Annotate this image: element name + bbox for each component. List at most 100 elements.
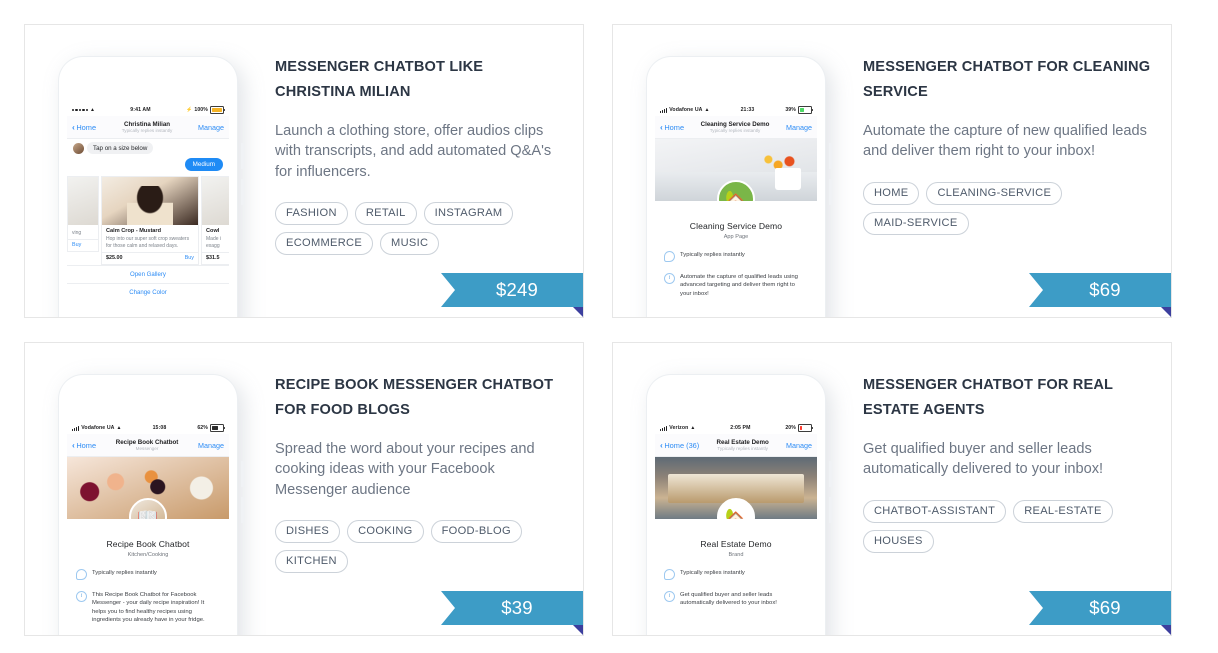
status-bar: Vodafone UA ▲ 15:08 62% (67, 422, 229, 434)
phone-side-button (829, 179, 832, 205)
nav-subtitle: Typically replies instantly (709, 127, 761, 133)
product-image (102, 177, 198, 225)
reply-time-row: Typically replies instantly (655, 568, 817, 580)
battery-percent: 20% (785, 425, 796, 431)
info-icon: i (76, 590, 87, 602)
status-bar: ▲ 9:41 AM ⚡ 100% (67, 104, 229, 116)
status-signal: ▲ (72, 107, 95, 113)
nav-back-button[interactable]: ‹ Home (72, 441, 96, 450)
tag-item[interactable]: DISHES (275, 519, 341, 544)
product-card[interactable]: ▲ 9:41 AM ⚡ 100% ‹ Home Christina Milian… (24, 24, 584, 318)
product-desc: ving (72, 230, 82, 236)
status-bar: Vodafone UA ▲ 21:33 39% (655, 104, 817, 116)
nav-manage-button[interactable]: Manage (198, 123, 224, 132)
page-info-text: Get qualified buyer and seller leads aut… (680, 591, 777, 607)
page-category: App Page (723, 233, 749, 240)
page-cover-photo: 🏡 (655, 139, 817, 201)
page-info-text: This Recipe Book Chatbot for Facebook Me… (92, 591, 205, 624)
product-card[interactable]: Vodafone UA ▲ 21:33 39% ‹ Home Cleaning … (612, 24, 1172, 318)
messenger-nav-bar: ‹ Home Cleaning Service Demo Typically r… (655, 116, 817, 139)
page-info-row: i Get qualified buyer and seller leads a… (655, 590, 817, 608)
ribbon-fold (573, 307, 583, 317)
nav-subtitle: Messenger (135, 445, 159, 451)
page-avatar: 📖 (129, 498, 167, 519)
card-info: MESSENGER CHATBOT LIKE CHRISTINA MILIAN … (275, 55, 565, 256)
nav-center: Recipe Book Chatbot Messenger (96, 439, 198, 451)
carousel-card[interactable]: Cowl Made i exagg $31.5 (201, 176, 229, 265)
page-avatar: 🏡 (717, 498, 755, 519)
carousel-card[interactable]: ving Buy (67, 176, 99, 252)
battery-icon (210, 106, 225, 114)
nav-back-button[interactable]: ‹ Home (660, 123, 684, 132)
chevron-left-icon: ‹ (660, 439, 663, 450)
open-gallery-button[interactable]: Open Gallery (67, 264, 229, 283)
product-price-row: $25.00 Buy (102, 251, 198, 264)
tag-item[interactable]: REAL-ESTATE (1013, 499, 1113, 523)
status-signal: Vodafone UA ▲ (72, 425, 122, 431)
ribbon-fold (573, 625, 583, 635)
reply-time-row: Typically replies instantly (67, 568, 229, 580)
tag-item[interactable]: FASHION (275, 201, 348, 226)
phone-mockup: Verizon ▲ 2:05 PM 20% ‹ Home (36) Real E… (647, 375, 832, 635)
card-title: MESSENGER CHATBOT LIKE CHRISTINA MILIAN (275, 59, 484, 100)
reply-time-text: Typically replies instantly (680, 569, 745, 576)
product-title: Cowl (206, 228, 220, 234)
carrier-label: Vodafone UA (669, 107, 703, 113)
nav-back-button[interactable]: ‹ Home (36) (660, 441, 699, 450)
battery-icon (798, 106, 813, 114)
price-ribbon: $69 (1029, 591, 1171, 635)
phone-screen: Verizon ▲ 2:05 PM 20% ‹ Home (36) Real E… (655, 422, 817, 635)
nav-manage-button[interactable]: Manage (786, 123, 812, 132)
tag-item[interactable]: MUSIC (380, 232, 440, 256)
price-label: $69 (1029, 273, 1171, 307)
battery-icon (798, 424, 813, 432)
card-info: MESSENGER CHATBOT FOR CLEANING SERVICE A… (863, 55, 1153, 235)
tag-item[interactable]: RETAIL (354, 201, 417, 226)
tag-item[interactable]: INSTAGRAM (423, 201, 514, 226)
ribbon-fold (1161, 625, 1171, 635)
status-battery: 62% (197, 424, 225, 432)
change-color-button[interactable]: Change Color (67, 282, 229, 301)
page-name: Cleaning Service Demo (689, 221, 783, 231)
product-card[interactable]: Vodafone UA ▲ 15:08 62% ‹ Home Recipe Bo… (24, 342, 584, 636)
messenger-nav-bar: ‹ Home Recipe Book Chatbot Messenger Man… (67, 434, 229, 457)
tag-item[interactable]: ECOMMERCE (275, 232, 374, 256)
buy-button[interactable]: Buy (72, 242, 81, 248)
tag-item[interactable]: COOKING (347, 519, 424, 544)
tag-list: DISHES COOKING FOOD-BLOG KITCHEN (275, 519, 565, 574)
phone-side-button (241, 461, 244, 487)
chat-bubble-icon (76, 568, 87, 580)
status-time: 15:08 (152, 425, 167, 431)
tag-item[interactable]: HOUSES (863, 529, 934, 553)
chevron-left-icon: ‹ (660, 121, 663, 132)
nav-title: Real Estate Demo (716, 438, 769, 446)
status-battery: 39% (785, 106, 813, 114)
tag-item[interactable]: HOME (863, 181, 920, 205)
nav-back-button[interactable]: ‹ Home (72, 123, 96, 132)
tag-item[interactable]: CLEANING-SERVICE (926, 181, 1063, 205)
product-title: Calm Crop - Mustard (106, 228, 162, 234)
info-icon: i (664, 590, 675, 602)
chat-bubble-icon (664, 568, 675, 580)
status-bar: Verizon ▲ 2:05 PM 20% (655, 422, 817, 434)
nav-manage-button[interactable]: Manage (786, 441, 812, 450)
tag-item[interactable]: MAID-SERVICE (863, 211, 969, 235)
page-cover-photo: 📖 (67, 457, 229, 519)
tag-item[interactable]: KITCHEN (275, 550, 348, 574)
reply-time-row: Typically replies instantly (655, 250, 817, 262)
carousel-card[interactable]: Calm Crop - Mustard Hop into our super s… (101, 176, 199, 265)
card-description: Get qualified buyer and seller leads aut… (863, 441, 1104, 478)
tag-item[interactable]: CHATBOT-ASSISTANT (863, 499, 1007, 523)
phone-screen: ▲ 9:41 AM ⚡ 100% ‹ Home Christina Milian… (67, 104, 229, 317)
signal-dots-icon (72, 108, 88, 112)
phone-side-button (241, 143, 244, 169)
nav-title: Cleaning Service Demo (700, 120, 770, 128)
chevron-left-icon: ‹ (72, 121, 75, 132)
tag-item[interactable]: FOOD-BLOG (430, 519, 522, 544)
card-title: MESSENGER CHATBOT FOR CLEANING SERVICE (863, 59, 1151, 100)
price-ribbon: $249 (441, 273, 583, 317)
product-card[interactable]: Verizon ▲ 2:05 PM 20% ‹ Home (36) Real E… (612, 342, 1172, 636)
buy-button[interactable]: Buy (185, 255, 194, 261)
product-carousel[interactable]: ving Buy Calm Crop - Mustard Hop into ou… (67, 176, 229, 265)
nav-manage-button[interactable]: Manage (198, 441, 224, 450)
